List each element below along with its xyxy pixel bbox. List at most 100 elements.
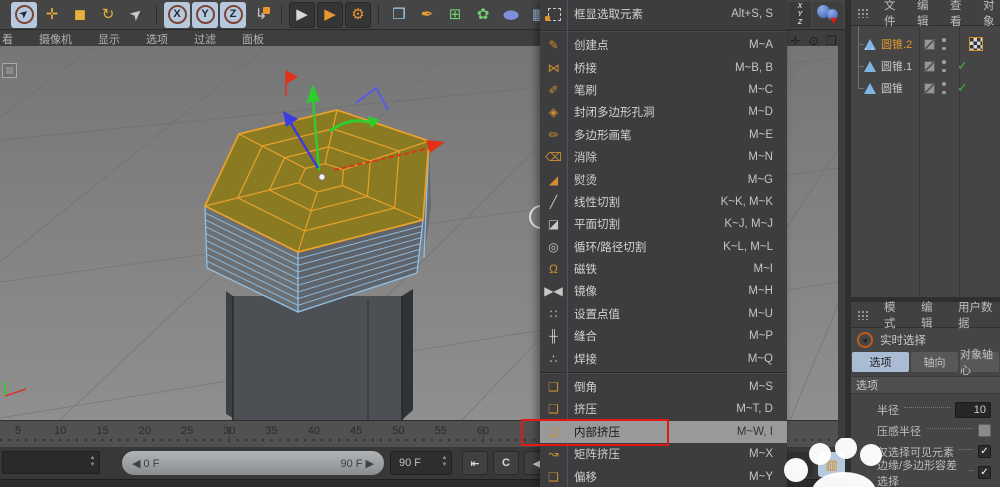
checkbox-边缘/多边形容差选择[interactable]: ✓	[978, 466, 991, 479]
selection-tool-flyout-button[interactable]: ➤	[123, 2, 149, 28]
object-row-圆锥.2[interactable]: 圆锥.2	[851, 33, 1000, 55]
menu-item-frame-select[interactable]: 框显选取元素 Alt+S, S	[540, 0, 787, 28]
coordinate-world-button[interactable]: ▼	[813, 2, 843, 28]
menu-item-offset[interactable]: ❑ 偏移 M~Y	[540, 465, 787, 487]
panel-handle-icon[interactable]	[857, 309, 870, 320]
go-to-start-button[interactable]: ⇤	[462, 451, 488, 475]
add-primitive-cube-button[interactable]: ❒	[386, 2, 412, 28]
menu-item-line-cut[interactable]: ╱ 线性切割 K~K, M~K	[540, 191, 787, 213]
menu-item-set-point-value[interactable]: ∷ 设置点值 M~U	[540, 303, 787, 325]
autokey-button[interactable]: ▥	[818, 452, 845, 477]
layer-chip[interactable]	[924, 38, 935, 50]
object-name[interactable]: 圆锥.2	[881, 36, 912, 52]
bridge-icon: ⋈	[547, 60, 560, 75]
menu-item-shortcut: M~T, D	[736, 403, 773, 416]
menu-item-brush[interactable]: ✐ 笔刷 M~C	[540, 79, 787, 101]
tab-选项[interactable]: 选项	[852, 352, 909, 372]
checkbox-压感半径[interactable]	[978, 424, 991, 437]
attr-menu-item-0[interactable]: 模式	[884, 299, 905, 331]
subdivision-surface-button[interactable]: ⊞	[442, 2, 468, 28]
visibility-dots[interactable]	[942, 38, 946, 50]
menu-item-matrix-extrude[interactable]: ↝ 矩阵挤压 M~X	[540, 443, 787, 465]
loop-playback-button[interactable]: C	[493, 451, 519, 475]
menu-item-weld[interactable]: ∴ 焊接 M~Q	[540, 347, 787, 369]
plane-handle-red[interactable]	[286, 70, 298, 84]
om-menu-item-2[interactable]: 查看	[950, 0, 967, 29]
visibility-dots[interactable]	[942, 82, 946, 94]
viewport-menu-item-3[interactable]: 选项	[146, 31, 168, 47]
layer-chip[interactable]	[924, 60, 935, 72]
menu-item-polygon-pen[interactable]: ✏ 多边形画笔 M~E	[540, 124, 787, 146]
attr-menu-item-1[interactable]: 编辑	[921, 299, 942, 331]
plane-handle-blue[interactable]	[355, 86, 389, 111]
menu-item-extrude[interactable]: ❑ 挤压 M~T, D	[540, 398, 787, 420]
viewport-menu-item-4[interactable]: 过滤	[194, 31, 216, 47]
om-menu-item-3[interactable]: 对象	[983, 0, 1000, 29]
axis-lock-y-button[interactable]: Y	[192, 1, 218, 28]
y-axis-arrow[interactable]	[306, 84, 320, 103]
current-frame-field[interactable]: ▲ ▼	[2, 451, 100, 474]
rotate-tool-button[interactable]: ↻	[95, 2, 121, 28]
tab-对象轴心[interactable]: 对象轴心	[960, 349, 999, 377]
scale-tool-button[interactable]: ◼	[67, 2, 93, 28]
range-end-stepper[interactable]: ▲ ▼	[440, 455, 449, 468]
om-menu-item-1[interactable]: 编辑	[917, 0, 934, 29]
menu-item-create-point[interactable]: ✎ 创建点 M~A	[540, 34, 787, 56]
viewport-menu-item-0[interactable]: 看	[2, 31, 13, 47]
deformer-button[interactable]: ✿	[470, 2, 496, 28]
render-settings-button[interactable]: ▶	[317, 1, 343, 28]
attr-menu-item-2[interactable]: 用户数据	[958, 299, 1000, 331]
range-end-field[interactable]: 90 F ▲ ▼	[390, 451, 452, 475]
panel-handle-icon[interactable]	[857, 7, 870, 18]
viewport-menu-item-1[interactable]: 摄像机	[39, 31, 72, 47]
record-keyframe-button[interactable]: ▦	[786, 452, 813, 477]
object-name[interactable]: 圆锥.1	[881, 58, 912, 74]
menu-item-loop-path-cut[interactable]: ◎ 循环/路径切割 K~L, M~L	[540, 236, 787, 258]
live-selection-tool-button[interactable]: ➤	[10, 1, 38, 28]
menu-item-magnet[interactable]: Ω 磁铁 M~I	[540, 258, 787, 280]
object-manager-tree[interactable]: 圆锥.2 圆锥.1 ✓ 圆锥 ✓	[851, 26, 1000, 297]
polygon-selection-tag[interactable]	[969, 37, 983, 51]
object-name[interactable]: 圆锥	[881, 80, 903, 96]
layer-chip[interactable]	[924, 82, 935, 94]
attr-row: 压感半径	[851, 420, 1000, 441]
spline-pen-button[interactable]: ✒	[414, 2, 440, 28]
visibility-dots[interactable]	[942, 60, 946, 72]
menu-item-label: 焊接	[574, 353, 597, 366]
viewport-menu-item-5[interactable]: 面板	[242, 31, 264, 47]
menu-item-iron[interactable]: ◢ 熨烫 M~G	[540, 168, 787, 190]
menu-item-mirror[interactable]: ▶◀ 镜像 M~H	[540, 280, 787, 302]
axis-lock-z-button[interactable]: Z	[220, 1, 246, 28]
render-menu-button[interactable]: ⚙	[345, 1, 371, 28]
brush-icon: ✐	[548, 82, 559, 97]
menu-item-stitch-sew[interactable]: ╫ 缝合 M~P	[540, 325, 787, 347]
menu-item-bridge[interactable]: ⋈ 桥接 M~B, B	[540, 56, 787, 78]
menu-item-shortcut: M~A	[749, 39, 773, 52]
render-view-button[interactable]: ▶	[289, 1, 315, 28]
number-field-半径[interactable]: 10	[955, 401, 991, 418]
object-row-圆锥.1[interactable]: 圆锥.1 ✓	[851, 55, 1000, 77]
menu-item-plane-cut[interactable]: ◪ 平面切割 K~J, M~J	[540, 213, 787, 235]
tab-轴向[interactable]: 轴向	[911, 352, 958, 372]
om-menu-item-0[interactable]: 文件	[884, 0, 901, 29]
frame-stepper[interactable]: ▲ ▼	[88, 455, 97, 468]
axis-lock-xyz-button[interactable]: XYZ	[789, 2, 811, 28]
axis-lock-x-button[interactable]: X	[164, 1, 190, 28]
coordinate-system-button[interactable]: ↳	[248, 2, 274, 28]
cone-icon	[864, 60, 876, 72]
axis-lock-y-icon: Y	[195, 5, 215, 24]
move-tool-button[interactable]: ✛	[39, 2, 65, 28]
environment-button[interactable]: ⬤	[498, 2, 524, 28]
object-row-圆锥[interactable]: 圆锥 ✓	[851, 77, 1000, 99]
menu-item-label: 矩阵挤压	[574, 449, 620, 462]
viewport-menu-item-2[interactable]: 显示	[98, 31, 120, 47]
attr-row: 边缘/多边形容差选择 ✓	[851, 460, 1000, 487]
enabled-check-icon[interactable]: ✓	[957, 80, 968, 96]
preview-range-slider[interactable]: ◀ 0 F 90 F ▶	[122, 451, 384, 475]
enabled-check-icon[interactable]: ✓	[957, 58, 968, 74]
menu-item-close-polygon-hole[interactable]: ◈ 封闭多边形孔洞 M~D	[540, 101, 787, 123]
checkbox-仅选择可见元素[interactable]: ✓	[978, 445, 991, 458]
menu-item-bevel[interactable]: ❑ 倒角 M~S	[540, 376, 787, 398]
menu-item-dissolve[interactable]: ⌫ 消除 M~N	[540, 146, 787, 168]
gizmo-center[interactable]	[318, 173, 326, 181]
